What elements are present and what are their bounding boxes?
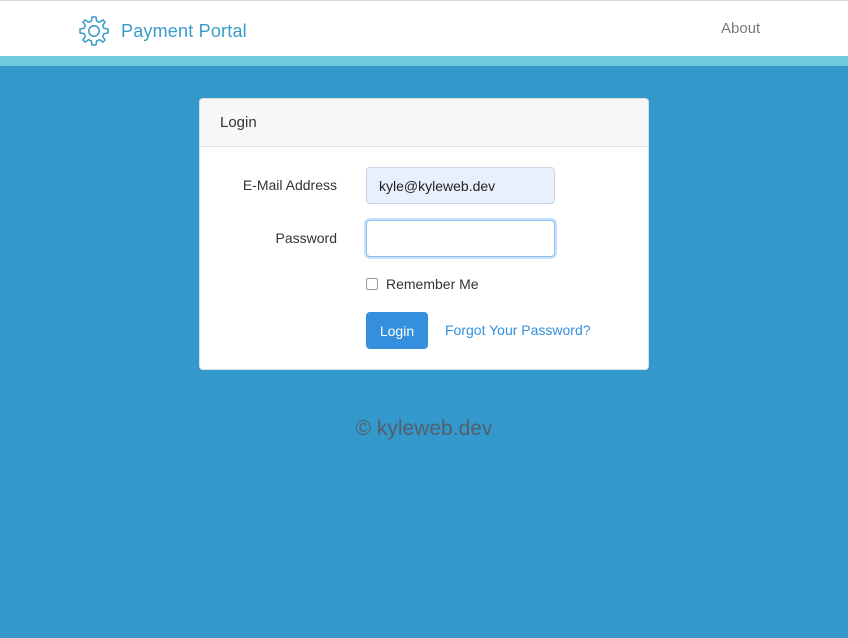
- remember-me[interactable]: Remember Me: [366, 276, 479, 292]
- gear-icon: [78, 15, 110, 47]
- navbar: Payment Portal About: [0, 0, 848, 56]
- brand-link[interactable]: Payment Portal: [78, 15, 247, 47]
- navbar-accent-stripe: [0, 56, 848, 66]
- remember-me-label[interactable]: Remember Me: [386, 276, 479, 292]
- footer-copyright: © kyleweb.dev: [355, 417, 493, 440]
- password-field[interactable]: [366, 220, 555, 257]
- nav-link-about[interactable]: About: [721, 20, 760, 37]
- remember-me-checkbox[interactable]: [366, 278, 378, 290]
- card-header: Login: [200, 99, 648, 147]
- email-field[interactable]: [366, 167, 555, 204]
- login-button[interactable]: Login: [366, 312, 428, 349]
- email-label: E-Mail Address: [242, 177, 337, 193]
- password-label: Password: [275, 230, 337, 246]
- login-card: Login E-Mail Address Password Remember M…: [199, 98, 649, 370]
- forgot-password-link[interactable]: Forgot Your Password?: [445, 322, 591, 338]
- brand-name: Payment Portal: [121, 20, 247, 41]
